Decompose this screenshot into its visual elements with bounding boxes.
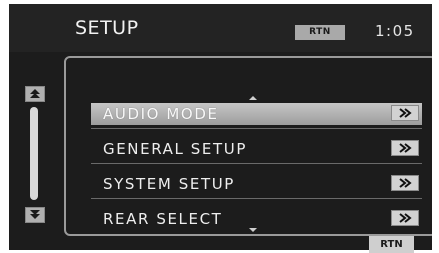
screen: SETUP RTN 1:05 AUDIO MODE GENERAL SETUP … (0, 0, 439, 253)
menu-item-system-setup[interactable]: SYSTEM SETUP (91, 173, 422, 195)
rear-select-go-button[interactable] (391, 210, 419, 226)
more-below-indicator (249, 228, 257, 232)
clock: 1:05 (375, 22, 415, 40)
menu-list: AUDIO MODE GENERAL SETUP SYSTEM SETUP RE… (64, 56, 432, 236)
header-bar: SETUP RTN 1:05 (9, 4, 432, 52)
rtn-badge[interactable]: RTN (295, 25, 345, 40)
double-chevron-right-icon (399, 143, 412, 153)
scroll-down-button[interactable] (25, 207, 45, 223)
more-above-indicator (249, 96, 257, 100)
double-chevron-right-icon (399, 213, 412, 223)
scrollbar-track[interactable] (30, 107, 38, 200)
rtn-button[interactable]: RTN (369, 236, 414, 253)
menu-item-label: SYSTEM SETUP (103, 175, 235, 193)
double-chevron-right-icon (399, 108, 412, 118)
divider (91, 163, 422, 164)
system-setup-go-button[interactable] (391, 175, 419, 191)
menu-item-general-setup[interactable]: GENERAL SETUP (91, 138, 422, 160)
general-setup-go-button[interactable] (391, 140, 419, 156)
scroll-up-button[interactable] (25, 86, 45, 102)
divider (91, 198, 422, 199)
menu-item-rear-select[interactable]: REAR SELECT (91, 208, 422, 230)
page-title: SETUP (75, 17, 139, 39)
double-chevron-up-icon (30, 89, 40, 98)
menu-item-audio-mode[interactable]: AUDIO MODE (91, 103, 422, 125)
rtn-button-label: RTN (380, 239, 403, 250)
menu-item-label: GENERAL SETUP (103, 140, 247, 158)
menu-item-label: AUDIO MODE (103, 105, 219, 123)
rtn-badge-label: RTN (309, 27, 331, 37)
divider (91, 128, 422, 129)
double-chevron-right-icon (399, 178, 412, 188)
double-chevron-down-icon (30, 210, 40, 219)
setup-panel: SETUP RTN 1:05 AUDIO MODE GENERAL SETUP … (9, 4, 432, 250)
menu-item-label: REAR SELECT (103, 210, 223, 228)
audio-mode-go-button[interactable] (391, 105, 419, 121)
